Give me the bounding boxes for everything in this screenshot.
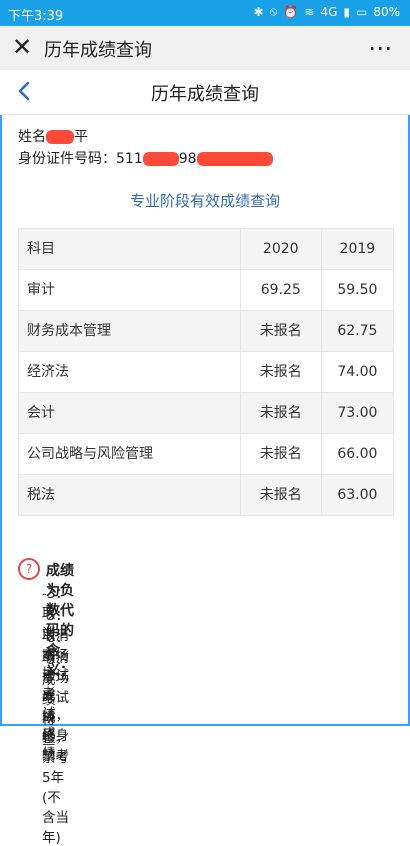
close-icon[interactable]: ✕	[10, 35, 34, 59]
alarm-icon: ⏰	[283, 4, 299, 19]
header-2020: 2020	[239, 229, 321, 269]
id-redaction-2	[196, 152, 273, 166]
table-row: 税法 未报名 63.00	[19, 475, 393, 515]
score-2020-cell: 69.25	[239, 270, 321, 310]
score-2020-cell: 未报名	[239, 393, 321, 433]
battery-level: 80%	[373, 4, 400, 19]
app-bar: ✕ 历年成绩查询 ⋯	[0, 26, 410, 71]
id-prefix: 511	[116, 151, 143, 167]
user-info: 姓名 平 身份证件号码：511 98	[18, 126, 273, 170]
header-2019: 2019	[320, 229, 393, 269]
score-2019-cell: 74.00	[320, 352, 393, 392]
table-header-row: 科目 2020 2019	[19, 229, 393, 270]
subject-cell: 公司战略与风险管理	[27, 446, 153, 462]
app-title: 历年成绩查询	[44, 40, 152, 61]
id-middle: 98	[178, 151, 197, 167]
page-header: 历年成绩查询	[0, 70, 410, 115]
score-2019-cell: 66.00	[320, 434, 393, 474]
table-row: 公司战略与风险管理 未报名 66.00	[19, 434, 393, 475]
id-redaction-1	[142, 152, 179, 166]
status-icons: ✱ ⦸ ⏰ ≋ 4G ▮ ▭ 80%	[254, 4, 400, 19]
name-redaction	[46, 130, 74, 144]
battery-icon: ▭	[355, 4, 368, 19]
mute-icon: ⦸	[269, 4, 278, 18]
bluetooth-icon: ✱	[253, 4, 264, 19]
score-2019-cell: 62.75	[320, 311, 393, 351]
id-line: 身份证件号码：511 98	[18, 148, 273, 170]
network-type: 4G	[320, 4, 338, 19]
page-title: 历年成绩查询	[151, 84, 259, 105]
table-row: 经济法 未报名 74.00	[19, 352, 393, 393]
score-2019-cell: 73.00	[320, 393, 393, 433]
wifi-icon: ≋	[304, 4, 315, 19]
status-bar: 下午3:39 ✱ ⦸ ⏰ ≋ 4G ▮ ▭ 80%	[0, 0, 410, 26]
score-2020-cell: 未报名	[239, 434, 321, 474]
table-row: 审计 69.25 59.50	[19, 270, 393, 311]
name-label: 姓名	[18, 129, 46, 145]
name-line: 姓名 平	[18, 126, 273, 148]
name-suffix: 平	[74, 129, 88, 145]
id-label: 身份证件号码：	[18, 151, 116, 167]
table-row: 会计 未报名 73.00	[19, 393, 393, 434]
section-title: 专业阶段有效成绩查询	[129, 192, 280, 210]
note-item: -9：成绩待查	[42, 652, 69, 748]
subject-cell: 经济法	[27, 364, 69, 380]
score-2019-cell: 63.00	[320, 475, 393, 515]
score-2019-cell: 59.50	[320, 270, 393, 310]
question-icon: ?	[18, 558, 40, 580]
subject-cell: 财务成本管理	[27, 323, 111, 339]
score-2020-cell: 未报名	[239, 311, 321, 351]
signal-icon: ▮	[343, 4, 350, 19]
header-subject: 科目	[27, 241, 55, 257]
subject-cell: 审计	[27, 282, 55, 298]
status-time: 下午3:39	[8, 9, 64, 24]
more-options-icon[interactable]: ⋯	[368, 34, 394, 62]
subject-cell: 会计	[27, 405, 55, 421]
score-2020-cell: 未报名	[239, 352, 321, 392]
table-row: 财务成本管理 未报名 62.75	[19, 311, 393, 352]
subject-cell: 税法	[27, 487, 55, 503]
score-2020-cell: 未报名	[239, 475, 321, 515]
score-table: 科目 2020 2019 审计 69.25 59.50 财务成本管理 未报名 6…	[18, 228, 394, 516]
